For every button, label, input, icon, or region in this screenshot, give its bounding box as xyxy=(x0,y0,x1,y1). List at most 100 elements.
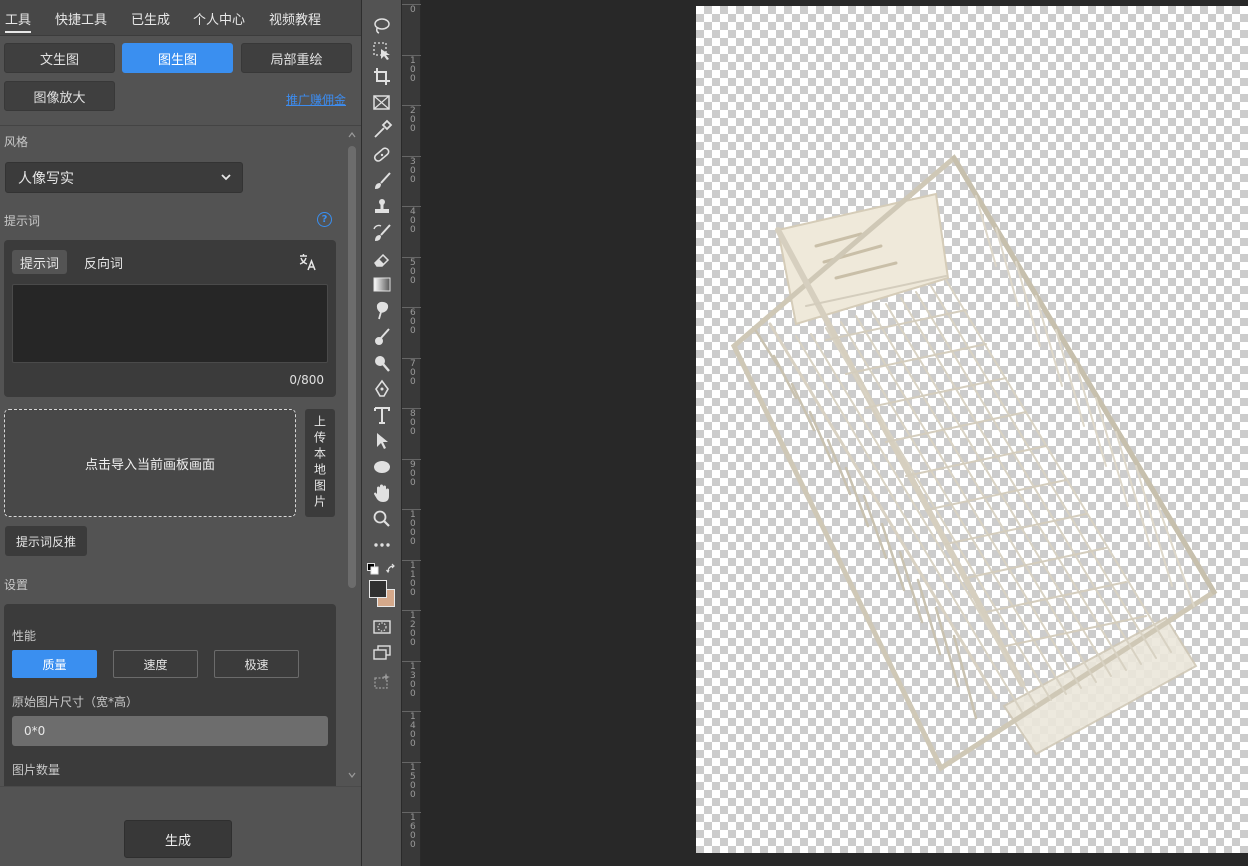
menu-quick-tools[interactable]: 快捷工具 xyxy=(55,9,107,28)
perf-speed-button[interactable]: 速度 xyxy=(113,650,198,678)
scroll-down-icon[interactable] xyxy=(348,772,356,778)
chevron-down-icon xyxy=(221,174,231,181)
footer: 生成 xyxy=(0,786,361,866)
ruler-label: 900 xyxy=(410,459,416,488)
ruler-tick xyxy=(402,54,422,56)
quick-mask-icon[interactable] xyxy=(371,617,393,637)
prompt-char-counter: 0/800 xyxy=(289,373,324,387)
foreground-color-swatch[interactable] xyxy=(369,580,387,598)
menu-bar: 工具 快捷工具 已生成 个人中心 视频教程 xyxy=(0,0,361,36)
smudge-icon[interactable] xyxy=(371,301,393,321)
ruler-tick xyxy=(402,761,422,763)
help-icon[interactable]: ? xyxy=(317,212,332,227)
img2img-button[interactable]: 图生图 xyxy=(122,43,233,73)
generate-button[interactable]: 生成 xyxy=(124,820,232,858)
wire-basket-image xyxy=(730,154,1218,772)
ruler-label: 0 xyxy=(410,5,416,15)
type-icon[interactable] xyxy=(371,405,393,425)
ruler-tick xyxy=(402,711,422,712)
gradient-icon[interactable] xyxy=(371,275,393,295)
ruler-label: 600 xyxy=(410,308,416,336)
txt2img-button[interactable]: 文生图 xyxy=(4,43,115,73)
dodge-icon[interactable] xyxy=(371,327,393,347)
ruler-tick xyxy=(402,408,422,409)
import-canvas-dropzone[interactable]: 点击导入当前画板画面 xyxy=(4,409,296,517)
brush-icon[interactable] xyxy=(371,171,393,191)
canvas-area[interactable] xyxy=(421,0,1248,866)
hand-icon[interactable] xyxy=(371,483,393,503)
ruler-tick xyxy=(402,812,422,813)
pen-icon[interactable] xyxy=(371,379,393,399)
ruler-tick xyxy=(402,4,422,5)
ruler-label: 1600 xyxy=(410,813,416,850)
ruler-tick xyxy=(402,509,422,510)
prompt-textarea[interactable] xyxy=(12,284,328,363)
scroll-up-icon[interactable] xyxy=(348,132,356,138)
tab-negative-prompt[interactable]: 反向词 xyxy=(76,250,131,274)
upscale-button[interactable]: 图像放大 xyxy=(4,81,115,111)
screen-mode-icon[interactable] xyxy=(371,643,393,663)
upload-local-image-button[interactable]: 上传本地图片 xyxy=(305,409,335,517)
ruler-tick xyxy=(402,458,422,460)
image-size-label: 原始图片尺寸（宽*高） xyxy=(12,695,139,709)
perf-turbo-button[interactable]: 极速 xyxy=(214,650,299,678)
healing-icon[interactable] xyxy=(371,145,393,165)
document-canvas[interactable] xyxy=(696,6,1248,853)
ellipse-icon[interactable] xyxy=(371,457,393,477)
eraser-icon[interactable] xyxy=(371,249,393,269)
zoom-icon[interactable] xyxy=(371,509,393,529)
menu-generated[interactable]: 已生成 xyxy=(131,9,170,28)
menu-profile[interactable]: 个人中心 xyxy=(193,9,245,28)
more-icon[interactable] xyxy=(371,535,393,555)
eyedropper-icon[interactable] xyxy=(371,119,393,139)
ruler-tick xyxy=(402,559,422,561)
prompt-card: 提示词 反向词 0/800 xyxy=(4,240,336,397)
image-size-field: 0*0 xyxy=(12,716,328,746)
promo-link[interactable]: 推广赚佣金 xyxy=(286,91,346,108)
plugin-panel: 工具 快捷工具 已生成 个人中心 视频教程 文生图 图生图 局部重绘 图像放大 … xyxy=(0,0,361,866)
panel-scrollbar[interactable] xyxy=(344,126,360,786)
ruler-label: 800 xyxy=(410,409,416,437)
ruler-label: 1000 xyxy=(410,510,416,547)
crop-icon[interactable] xyxy=(371,67,393,87)
ruler-tick xyxy=(402,206,422,207)
settings-card: 性能 质量 速度 极速 原始图片尺寸（宽*高） 0*0 图片数量 xyxy=(4,604,336,786)
menu-video-tutorials[interactable]: 视频教程 xyxy=(269,9,321,28)
ruler-label: 400 xyxy=(410,207,416,235)
object-select-icon[interactable] xyxy=(371,41,393,61)
translate-icon[interactable] xyxy=(298,252,318,272)
ruler-tick xyxy=(402,307,422,308)
ruler-label: 700 xyxy=(410,358,416,387)
style-select[interactable]: 人像写实 xyxy=(5,162,243,193)
style-select-value: 人像写实 xyxy=(18,170,74,187)
stamp-icon[interactable] xyxy=(371,197,393,217)
prompt-label: 提示词 xyxy=(4,214,41,228)
default-colors-icon[interactable] xyxy=(367,563,379,575)
ruler-tick xyxy=(402,105,422,106)
tools-toolbar xyxy=(361,0,401,866)
import-canvas-text: 点击导入当前画板画面 xyxy=(84,457,215,473)
ruler-tick xyxy=(402,660,422,662)
history-brush-icon[interactable] xyxy=(371,223,393,243)
reverse-prompt-button[interactable]: 提示词反推 xyxy=(5,526,87,556)
burn-icon[interactable] xyxy=(371,353,393,373)
style-label: 风格 xyxy=(4,135,29,149)
scrollbar-thumb[interactable] xyxy=(348,146,356,588)
path-select-icon[interactable] xyxy=(371,431,393,451)
settings-scroll-area: 风格 人像写实 提示词 ? 提示词 反向词 0/800 点击导入当前画板画面 上… xyxy=(0,126,361,786)
ruler-label: 200 xyxy=(410,106,416,134)
performance-label: 性能 xyxy=(12,629,37,643)
tab-prompt[interactable]: 提示词 xyxy=(12,250,67,274)
ruler-label: 500 xyxy=(410,257,416,286)
menu-tools[interactable]: 工具 xyxy=(5,9,32,33)
image-count-label: 图片数量 xyxy=(12,763,61,777)
ruler-tick xyxy=(402,610,422,611)
ruler-label: 1500 xyxy=(410,762,416,800)
swap-colors-icon[interactable] xyxy=(386,563,398,575)
perf-quality-button[interactable]: 质量 xyxy=(12,650,97,678)
lasso-icon[interactable] xyxy=(371,16,393,36)
frame-icon[interactable] xyxy=(371,93,393,113)
generative-icon[interactable] xyxy=(371,671,393,691)
inpaint-button[interactable]: 局部重绘 xyxy=(241,43,352,73)
ruler-tick xyxy=(402,357,422,359)
